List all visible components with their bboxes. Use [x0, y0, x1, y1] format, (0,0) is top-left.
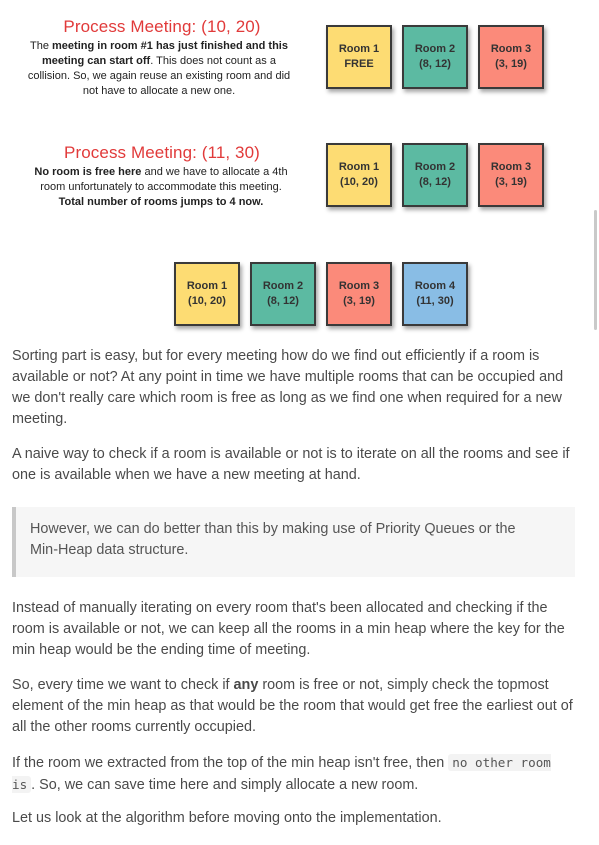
step1-title: Process Meeting: (10, 20): [63, 17, 261, 36]
paragraph-sorting: Sorting part is easy, but for every meet…: [12, 348, 564, 427]
final-room-2: Room 2 (8, 12): [250, 262, 316, 326]
paragraph-naive: A naive way to check if a room is availa…: [12, 446, 570, 483]
step2-room-3: Room 3 (3, 19): [478, 143, 544, 207]
blockquote-text: However, we can do better than this by m…: [30, 521, 516, 558]
paragraph-min-heap: Instead of manually iterating on every r…: [12, 600, 565, 658]
final-room-3: Room 3 (3, 19): [326, 262, 392, 326]
scrollbar[interactable]: [594, 210, 597, 330]
step2-title: Process Meeting: (11, 30): [64, 143, 260, 162]
final-room-1: Room 1 (10, 20): [174, 262, 240, 326]
final-room-4: Room 4 (11, 30): [402, 262, 468, 326]
paragraph-extracted: If the room we extracted from the top of…: [12, 754, 551, 793]
step1-room-3: Room 3 (3, 19): [478, 25, 544, 89]
step2-description: No room is free here and we have to allo…: [34, 166, 288, 208]
paragraph-algorithm: Let us look at the algorithm before movi…: [12, 810, 442, 826]
step2-room-1: Room 1 (10, 20): [326, 143, 392, 207]
step1-description: The meeting in room #1 has just finished…: [27, 40, 291, 97]
step1-room-2: Room 2 (8, 12): [402, 25, 468, 89]
step2-room-2: Room 2 (8, 12): [402, 143, 468, 207]
paragraph-topmost: So, every time we want to check if any r…: [12, 677, 573, 735]
blockquote: However, we can do better than this by m…: [12, 507, 575, 577]
step1-room-1: Room 1 FREE: [326, 25, 392, 89]
